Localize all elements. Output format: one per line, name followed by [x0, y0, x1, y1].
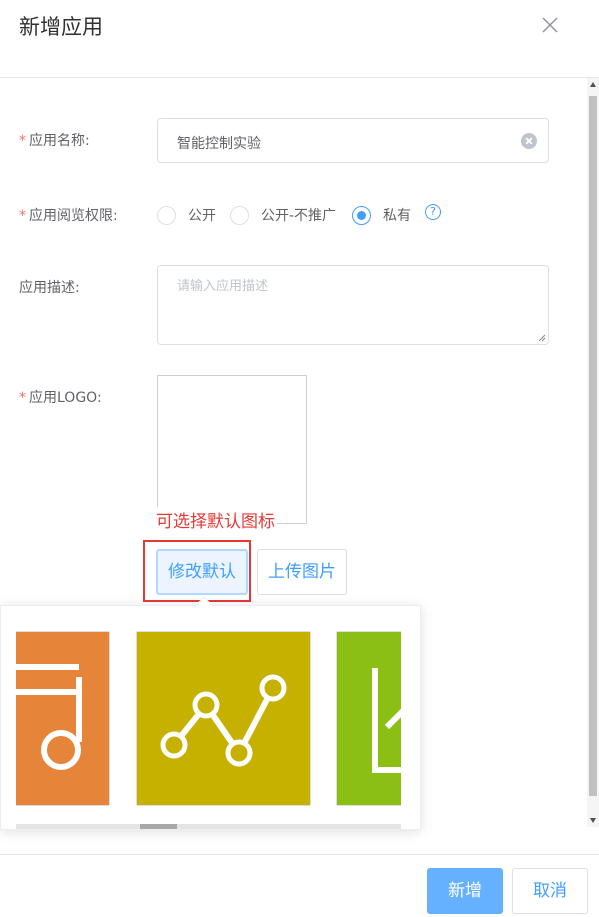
clear-icon[interactable]: [521, 133, 537, 149]
required-mark: *: [19, 133, 26, 149]
upload-image-button[interactable]: 上传图片: [257, 549, 347, 595]
horizontal-scrollbar-thumb[interactable]: [140, 824, 177, 829]
horizontal-scrollbar[interactable]: [16, 824, 401, 829]
radio-circle[interactable]: [157, 205, 176, 225]
radio-public[interactable]: 公开: [157, 205, 216, 225]
radio-circle[interactable]: [352, 205, 371, 225]
confirm-add-button[interactable]: 新增: [427, 868, 503, 914]
scrollbar-thumb[interactable]: [589, 96, 597, 796]
radio-private[interactable]: 私有: [352, 205, 411, 225]
radio-label: 公开-不推广: [261, 208, 337, 224]
icon-tile-music[interactable]: [16, 631, 110, 806]
dialog-title: 新增应用: [19, 15, 103, 39]
scroll-down-arrow-icon[interactable]: [590, 818, 596, 823]
logo-label: * 应用LOGO:: [19, 390, 102, 406]
radio-label: 公开: [188, 208, 216, 224]
help-icon[interactable]: ?: [425, 204, 441, 220]
app-name-value: 智能控制实验: [177, 136, 261, 152]
permission-label: * 应用阅览权限:: [19, 208, 118, 224]
scroll-up-arrow-icon[interactable]: [590, 82, 596, 87]
dialog-header: 新增应用: [0, 0, 599, 78]
icon-tile-line-chart[interactable]: [136, 631, 311, 806]
required-mark: *: [19, 208, 26, 224]
icon-tile-area-chart[interactable]: [336, 631, 401, 806]
description-placeholder: 请输入应用描述: [177, 279, 269, 294]
description-label: 应用描述:: [19, 280, 80, 296]
app-name-input[interactable]: 智能控制实验: [157, 118, 549, 163]
close-icon[interactable]: [538, 13, 562, 37]
modify-default-button[interactable]: 修改默认: [156, 549, 248, 595]
music-note-icon: [16, 632, 109, 805]
name-label: * 应用名称:: [19, 133, 90, 149]
cancel-button[interactable]: 取消: [512, 868, 588, 914]
vertical-scrollbar[interactable]: [587, 78, 599, 827]
icon-strip[interactable]: [16, 631, 401, 806]
radio-public-unpromoted[interactable]: 公开-不推广: [230, 205, 336, 225]
radio-label: 私有: [383, 208, 411, 224]
line-chart-icon: [137, 632, 310, 805]
annotation-text: 可选择默认图标: [156, 507, 277, 532]
radio-circle[interactable]: [230, 205, 249, 225]
area-chart-icon: [337, 632, 401, 805]
logo-preview[interactable]: [157, 375, 307, 524]
description-textarea[interactable]: 请输入应用描述: [157, 265, 549, 345]
required-mark: *: [19, 390, 26, 406]
icon-picker-popover: [0, 605, 421, 830]
dialog-footer: [0, 854, 599, 917]
resize-handle-icon[interactable]: [538, 334, 546, 342]
